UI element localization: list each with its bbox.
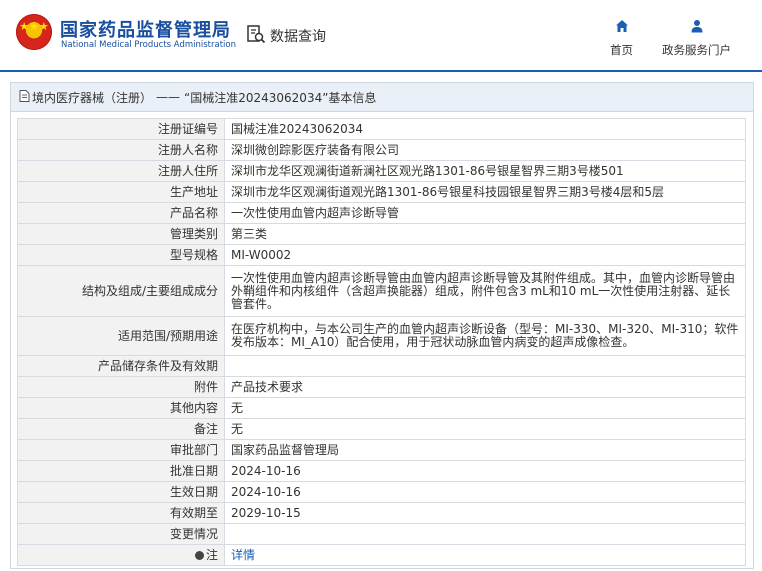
details-link[interactable]: 详情 [231, 548, 255, 562]
document-icon [19, 89, 30, 105]
field-value: 一次性使用血管内超声诊断导管由血管内超声诊断导管及其附件组成。其中，血管内诊断导… [224, 265, 746, 317]
field-value [224, 523, 746, 545]
field-value: 无 [224, 397, 746, 419]
field-value: 深圳市龙华区观澜街道新澜社区观光路1301-86号银星智界三期3号楼501 [224, 160, 746, 182]
table-row: 结构及组成/主要组成成分 一次性使用血管内超声诊断导管由血管内超声诊断导管及其附件… [17, 265, 746, 317]
table-row: 批准日期 2024-10-16 [17, 460, 746, 482]
field-label: 变更情况 [17, 523, 225, 545]
breadcrumb-separator: —— [156, 90, 181, 104]
home-icon [615, 18, 629, 37]
field-label: 结构及组成/主要组成成分 [17, 265, 225, 317]
field-label: 产品储存条件及有效期 [17, 355, 225, 377]
table-row: 备注无 [17, 418, 746, 440]
table-row: 管理类别 第三类 [17, 223, 746, 245]
table-row: 注册证编号 国械注准20243062034 [17, 118, 746, 140]
field-label: 附件 [17, 376, 225, 398]
field-value: 国械注准20243062034 [224, 118, 746, 140]
field-label: 注册人名称 [17, 139, 225, 161]
detail-panel: 境内医疗器械（注册） —— “国械注准20243062034”基本信息 注册证编… [10, 82, 754, 569]
table-row: 注册人名称 深圳微创踪影医疗装备有限公司 [17, 139, 746, 161]
site-title-english: National Medical Products Administration [61, 40, 236, 50]
table-row: 生效日期 2024-10-16 [17, 481, 746, 503]
table-row: 生产地址 深圳市龙华区观澜街道观光路1301-86号银星科技园银星智界三期3号楼4… [17, 181, 746, 203]
field-value: 产品技术要求 [224, 376, 746, 398]
field-label: 型号规格 [17, 244, 225, 266]
note-label-cell: 注 [17, 544, 225, 566]
field-value: 2024-10-16 [224, 460, 746, 482]
nav-home-label: 首页 [610, 43, 633, 57]
field-label: 产品名称 [17, 202, 225, 224]
user-icon [690, 18, 704, 37]
table-row: 适用范围/预期用途 在医疗机构中，与本公司生产的血管内超声诊断设备（型号：MI-3… [17, 316, 746, 356]
field-value: 国家药品监督管理局 [224, 439, 746, 461]
note-value-cell: 详情 [224, 544, 746, 566]
field-value: 在医疗机构中，与本公司生产的血管内超声诊断设备（型号：MI-330、MI-320… [224, 316, 746, 356]
field-label: 管理类别 [17, 223, 225, 245]
data-query-button[interactable]: 数据查询 [246, 24, 326, 48]
table-row: 产品名称 一次性使用血管内超声诊断导管 [17, 202, 746, 224]
field-value [224, 355, 746, 377]
table-row: 审批部门 国家药品监督管理局 [17, 439, 746, 461]
table-row: 其他内容无 [17, 397, 746, 419]
breadcrumb-section-link[interactable]: 境内医疗器械（注册） [32, 89, 152, 106]
table-row: 注册人住所 深圳市龙华区观澜街道新澜社区观光路1301-86号银星智界三期3号楼5… [17, 160, 746, 182]
field-value: 一次性使用血管内超声诊断导管 [224, 202, 746, 224]
field-label: 生效日期 [17, 481, 225, 503]
field-label: 有效期至 [17, 502, 225, 524]
device-info-table: 注册证编号 国械注准20243062034 注册人名称 深圳微创踪影医疗装备有限公司… [17, 118, 746, 566]
field-label: 注册证编号 [17, 118, 225, 140]
field-value: MI-W0002 [224, 244, 746, 266]
field-label: 其他内容 [17, 397, 225, 419]
table-row: 变更情况 [17, 523, 746, 545]
table-row: 型号规格 MI-W0002 [17, 244, 746, 266]
field-label: 生产地址 [17, 181, 225, 203]
header-divider [0, 70, 762, 72]
lightbulb-icon [194, 551, 204, 560]
field-label: 备注 [17, 418, 225, 440]
note-label: 注 [205, 548, 218, 562]
field-value: 深圳市龙华区观澜街道观光路1301-86号银星科技园银星智界三期3号楼4层和5层 [224, 181, 746, 203]
field-label: 适用范围/预期用途 [17, 316, 225, 356]
field-label: 批准日期 [17, 460, 225, 482]
table-row: 有效期至 2029-10-15 [17, 502, 746, 524]
field-value: 第三类 [224, 223, 746, 245]
nav-service-portal[interactable]: 政务服务门户 [662, 18, 731, 58]
document-search-icon [246, 24, 266, 48]
field-value: 无 [224, 418, 746, 440]
nav-service-label: 政务服务门户 [662, 43, 731, 57]
table-row: 产品储存条件及有效期 [17, 355, 746, 377]
data-query-label: 数据查询 [270, 29, 326, 45]
field-value: 2024-10-16 [224, 481, 746, 503]
site-header: ★★★ 国家药品监督管理局 National Medical Products … [0, 0, 762, 70]
table-row: 附件 产品技术要求 [17, 376, 746, 398]
field-value: 2029-10-15 [224, 502, 746, 524]
field-label: 注册人住所 [17, 160, 225, 182]
breadcrumb-current: “国械注准20243062034”基本信息 [184, 90, 377, 105]
field-label: 审批部门 [17, 439, 225, 461]
field-value: 深圳微创踪影医疗装备有限公司 [224, 139, 746, 161]
nav-home[interactable]: 首页 [610, 18, 633, 58]
national-emblem-logo: ★★★ [16, 14, 52, 50]
site-title: 国家药品监督管理局 [60, 20, 231, 41]
breadcrumb: 境内医疗器械（注册） —— “国械注准20243062034”基本信息 [11, 83, 753, 112]
table-row: 注 详情 [17, 544, 746, 566]
